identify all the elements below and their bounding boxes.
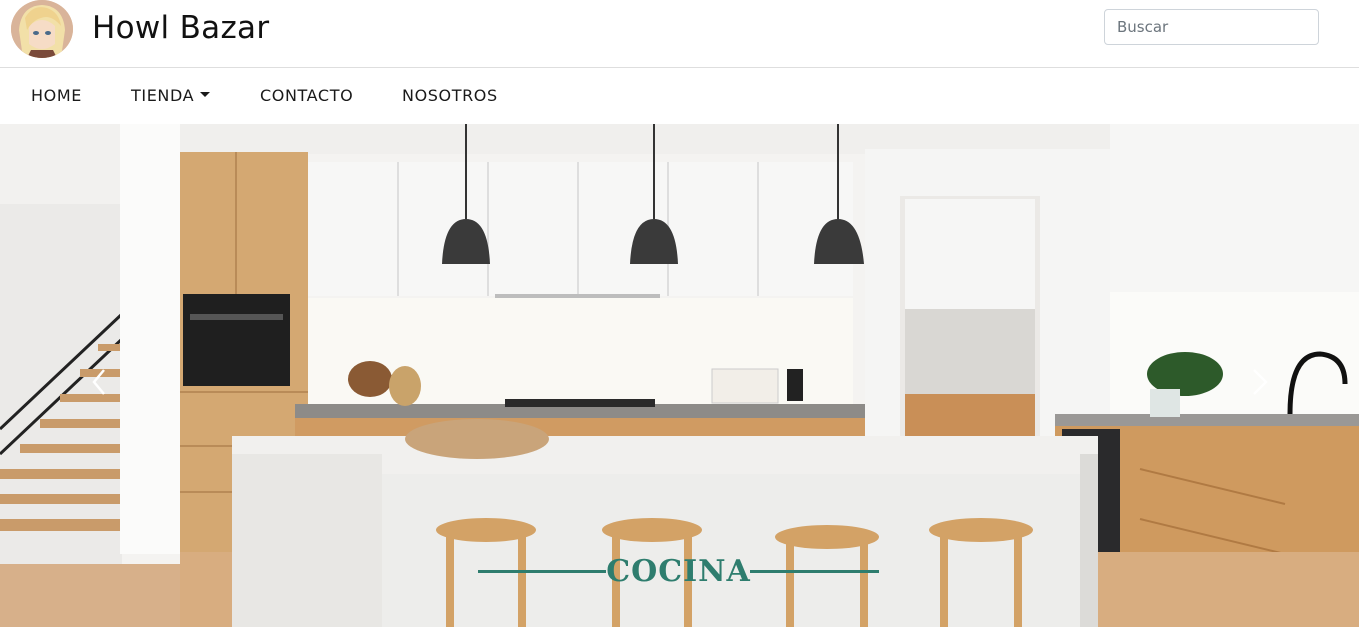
chevron-right-icon — [1253, 369, 1268, 395]
carousel-caption: COCINA — [478, 552, 879, 592]
nav-contacto[interactable]: CONTACTO — [260, 86, 353, 105]
caption-label: COCINA — [606, 554, 751, 589]
nav-home[interactable]: HOME — [31, 86, 82, 105]
main-navbar: HOME TIENDA CONTACTO NOSOTROS — [0, 68, 1359, 124]
hero-carousel: COCINA — [0, 124, 1359, 627]
carousel-prev-button[interactable] — [80, 362, 120, 402]
site-brand[interactable]: Howl Bazar — [92, 10, 269, 46]
nav-tienda-label: TIENDA — [131, 86, 195, 105]
header: Howl Bazar — [0, 0, 1359, 68]
caret-down-icon — [200, 92, 211, 97]
chevron-left-icon — [92, 369, 105, 395]
search-input[interactable] — [1104, 9, 1319, 45]
nav-nosotros[interactable]: NOSOTROS — [402, 86, 498, 105]
caption-text: COCINA — [478, 554, 879, 589]
logo-avatar[interactable] — [11, 0, 73, 58]
carousel-next-button[interactable] — [1240, 362, 1280, 402]
nav-tienda[interactable]: TIENDA — [131, 86, 211, 105]
